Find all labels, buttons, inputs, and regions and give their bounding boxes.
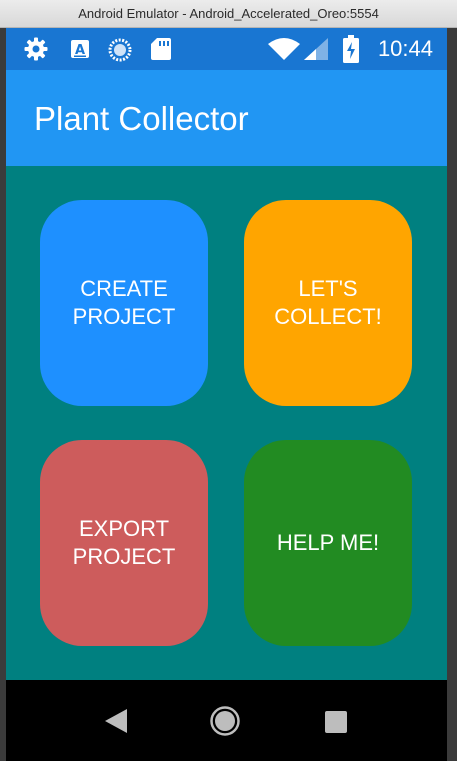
recents-icon[interactable]: [325, 711, 347, 733]
main-content: CREATE PROJECT LET'S COLLECT! EXPORT PRO…: [6, 166, 447, 680]
status-clock: 10:44: [377, 36, 433, 61]
export-project-label: EXPORT PROJECT: [72, 516, 176, 569]
create-project-label: CREATE PROJECT: [72, 276, 176, 329]
help-me-button[interactable]: HELP ME!: [244, 440, 412, 646]
create-project-button[interactable]: CREATE PROJECT: [40, 200, 208, 406]
app-title: Plant Collector: [34, 100, 249, 137]
window-titlebar: Android Emulator - Android_Accelerated_O…: [0, 0, 457, 28]
sd-card-icon: [151, 38, 171, 60]
window-title: Android Emulator - Android_Accelerated_O…: [78, 6, 379, 21]
gear-icon: [24, 37, 48, 61]
back-icon[interactable]: [105, 709, 127, 733]
signal-icon: [304, 38, 328, 60]
navigation-bar: [6, 680, 447, 761]
keyboard-a-icon: A: [71, 40, 89, 58]
device-screen: A 10:44 Plant Collector CREATE PROJECT L…: [6, 28, 447, 761]
export-project-button[interactable]: EXPORT PROJECT: [40, 440, 208, 646]
sync-icon: [108, 38, 132, 62]
lets-collect-button[interactable]: LET'S COLLECT!: [244, 200, 412, 406]
help-me-label: HELP ME!: [276, 530, 380, 555]
app-bar: Plant Collector: [6, 70, 447, 166]
home-icon[interactable]: [209, 705, 241, 737]
lets-collect-label: LET'S COLLECT!: [274, 276, 382, 329]
wifi-icon: [268, 38, 300, 60]
status-bar: A 10:44: [6, 28, 447, 70]
battery-charging-icon: [343, 35, 359, 63]
